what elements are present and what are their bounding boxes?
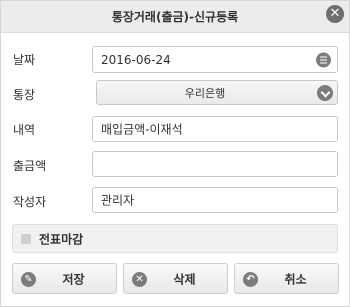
account-value: 우리은행 [184,86,226,100]
description-value: 매입금액-이재석 [101,122,183,137]
register-dialog: 통장거래(출금)-신규등록 ✕ 날짜 2016-06-24 통장 우리은행 내역… [0,0,350,307]
account-label: 통장 [13,88,36,102]
account-select[interactable]: 우리은행 [96,80,338,105]
date-label: 날짜 [13,53,36,67]
save-button-label: 저장 [62,272,85,286]
description-field[interactable]: 매입금액-이재석 [92,116,338,142]
close-icon[interactable]: ✕ [326,5,344,23]
date-field[interactable]: 2016-06-24 [92,46,338,73]
slip-close-checkbox[interactable] [21,234,31,244]
amount-field[interactable] [92,151,338,177]
description-label: 내역 [13,123,36,137]
author-label: 작성자 [13,195,47,209]
delete-button-label: 삭제 [173,272,196,286]
slip-close-row[interactable]: 전표마감 [12,224,338,253]
dialog-title: 통장거래(출금)-신규등록 [111,10,239,24]
chevron-down-icon[interactable] [317,84,333,101]
dialog-titlebar: 통장거래(출금)-신규등록 ✕ [1,1,349,33]
calendar-icon[interactable] [316,52,331,67]
cancel-button-label: 취소 [284,272,307,286]
delete-button[interactable]: ✕ 삭제 [123,263,228,294]
amount-label: 출금액 [13,159,47,173]
save-button[interactable]: ✎ 저장 [12,263,117,294]
author-field[interactable]: 관리자 [92,187,338,213]
slip-close-label: 전표마감 [39,232,84,246]
cancel-button[interactable]: ↶ 취소 [234,263,339,294]
author-value: 관리자 [101,193,135,208]
date-value: 2016-06-24 [101,52,171,67]
